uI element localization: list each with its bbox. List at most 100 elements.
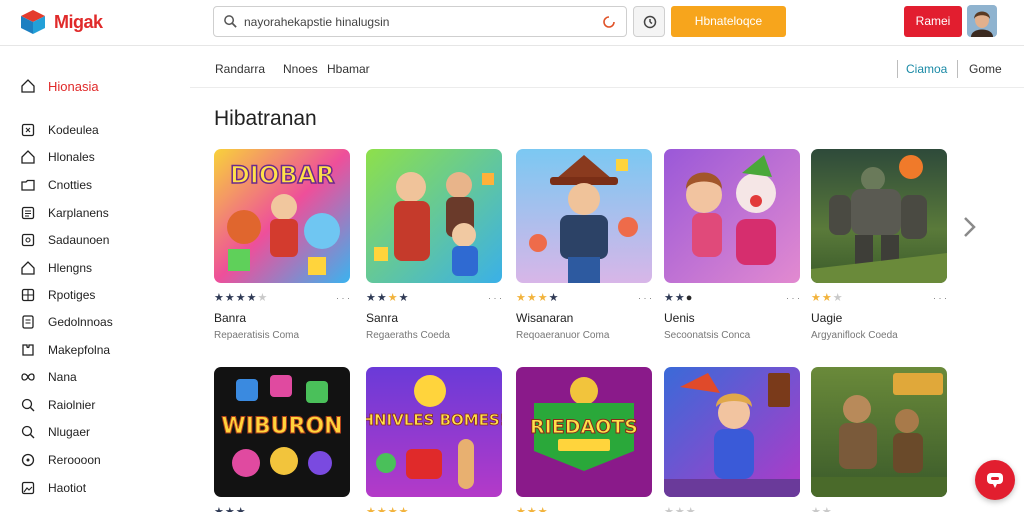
sidebar-item-1[interactable]: Kodeulea [20, 119, 99, 141]
tab-2[interactable]: Hbamar [327, 62, 370, 76]
logo-icon [21, 10, 45, 34]
game-title: RIEDAOTS [530, 416, 638, 438]
game-card[interactable]: HNIVLES BOMES! ★★★★ · · · [366, 367, 502, 512]
login-button[interactable]: Ramei [904, 6, 962, 37]
game-thumbnail[interactable]: WIBURON [214, 367, 350, 497]
sidebar-item-6[interactable]: Hlengns [20, 257, 92, 279]
avatar[interactable] [967, 5, 997, 37]
sidebar-item-11[interactable]: Raiolnier [20, 394, 95, 416]
rating-stars: ★★★★★ [214, 292, 269, 304]
rating-stars: ★★● [664, 292, 694, 304]
game-title: Banra [214, 311, 247, 325]
logo[interactable]: Migak [20, 9, 103, 35]
game-thumbnail[interactable]: RIEDAOTS [516, 367, 652, 497]
game-card[interactable]: ★★★ · · · [664, 367, 800, 512]
sidebar-item-9[interactable]: Makepfolna [20, 339, 110, 361]
more-icon[interactable]: · · · [336, 505, 350, 512]
image-icon [21, 481, 35, 495]
game-card[interactable]: ★★● · · · Uenis Secoonatsis Conca [664, 149, 800, 341]
game-thumbnail[interactable]: HNIVLES BOMES! [366, 367, 502, 497]
game-card[interactable]: DIOBAR ★★★★★ · · · Banra Repaeratisis Co… [214, 149, 350, 341]
divider [957, 60, 958, 78]
game-card[interactable]: ★★ · · · [811, 367, 947, 512]
sidebar-item-3[interactable]: Cnotties [20, 174, 92, 196]
game-thumbnail[interactable] [811, 149, 947, 283]
search-icon [21, 425, 35, 439]
game-title: Uenis [664, 311, 695, 325]
more-icon[interactable]: · · · [638, 505, 652, 512]
game-card[interactable]: ★★★★ · · · Sanra Regaeraths Coeda [366, 149, 502, 341]
sidebar-item-7[interactable]: Rpotiges [20, 284, 95, 306]
home-icon [21, 79, 35, 93]
rating-stars: ★★★ [516, 506, 549, 512]
game-thumbnail[interactable]: DIOBAR [214, 149, 350, 283]
game-genre: Secoonatsis Conca [664, 330, 751, 341]
more-icon[interactable]: · · · [933, 505, 947, 512]
divider [897, 60, 898, 78]
sidebar-item-12[interactable]: Nlugaer [20, 421, 90, 443]
more-icon[interactable]: · · · [488, 505, 502, 512]
game-genre: Reqoaeranuor Coma [516, 330, 610, 341]
game-title: Wisanaran [516, 311, 574, 325]
tab-4[interactable]: Gome [969, 62, 1002, 76]
game-title: WIBURON [221, 414, 342, 439]
more-icon[interactable]: · · · [933, 291, 947, 305]
game-thumbnail[interactable] [664, 367, 800, 497]
search-input[interactable]: nayorahekapstie hinalugsin [244, 15, 389, 29]
folder-icon [21, 179, 35, 191]
game-card[interactable]: ★★★★ · · · Wisanaran Reqoaeranuor Coma [516, 149, 652, 341]
sidebar-item-4[interactable]: Karplanens [20, 202, 109, 224]
game-genre: Argyaniflock Coeda [811, 330, 898, 341]
game-thumbnail[interactable] [811, 367, 947, 497]
list-icon [21, 206, 35, 220]
section-title: Hibatranan [214, 107, 317, 130]
search-icon [21, 398, 35, 412]
chevron-right-icon[interactable] [958, 214, 980, 240]
rating-stars: ★★ [811, 506, 833, 512]
chat-button[interactable] [975, 460, 1015, 500]
rating-stars: ★★★★ [366, 506, 410, 512]
rating-stars: ★★★ [214, 506, 247, 512]
sidebar-item-10[interactable]: Nana [20, 366, 77, 388]
game-genre: Regaeraths Coeda [366, 330, 450, 341]
globe-icon [21, 453, 35, 467]
home-icon [21, 150, 35, 164]
sidebar-item-8[interactable]: Gedolnnoas [20, 311, 113, 333]
sidebar-item-13[interactable]: Reroooon [20, 449, 101, 471]
voice-search-button[interactable] [633, 6, 665, 37]
brand-name: Migak [54, 11, 103, 32]
more-icon[interactable]: · · · [336, 291, 350, 305]
game-title: HNIVLES BOMES! [366, 411, 502, 429]
primary-action-button[interactable]: Hbnateloqce [671, 6, 786, 37]
more-icon[interactable]: · · · [488, 291, 502, 305]
rating-stars: ★★★ [811, 292, 844, 304]
document-icon [22, 315, 34, 329]
tab-1[interactable]: Nnoes [283, 62, 318, 76]
game-card[interactable]: WIBURON ★★★ · · · [214, 367, 350, 512]
more-icon[interactable]: · · · [786, 291, 800, 305]
loading-icon [603, 16, 615, 28]
game-thumbnail[interactable] [664, 149, 800, 283]
rating-stars: ★★★ [664, 506, 697, 512]
more-icon[interactable]: · · · [786, 505, 800, 512]
tab-3[interactable]: Ciamoa [906, 62, 947, 76]
sidebar-item-home[interactable]: Hionasia [20, 75, 99, 97]
game-thumbnail[interactable] [366, 149, 502, 283]
sidebar-item-5[interactable]: Sadaunoen [20, 229, 109, 251]
more-icon[interactable]: · · · [638, 291, 652, 305]
chat-icon [987, 473, 1003, 488]
search-icon [224, 15, 237, 28]
sidebar-item-2[interactable]: Hlonales [20, 146, 95, 168]
game-thumbnail[interactable] [516, 149, 652, 283]
monitor-icon [21, 233, 35, 247]
game-card[interactable]: ★★★ · · · Uagie Argyaniflock Coeda [811, 149, 947, 341]
rating-stars: ★★★★ [516, 292, 560, 304]
game-card[interactable]: RIEDAOTS ★★★ · · · [516, 367, 652, 512]
home-icon [21, 261, 35, 275]
tab-0[interactable]: Randarra [215, 62, 265, 76]
timer-icon [643, 15, 657, 29]
infinity-icon [21, 373, 35, 381]
sidebar-item-14[interactable]: Haotiot [20, 477, 86, 499]
svg-text:DIOBAR: DIOBAR [230, 161, 335, 189]
search-bar[interactable]: nayorahekapstie hinalugsin [213, 6, 627, 37]
